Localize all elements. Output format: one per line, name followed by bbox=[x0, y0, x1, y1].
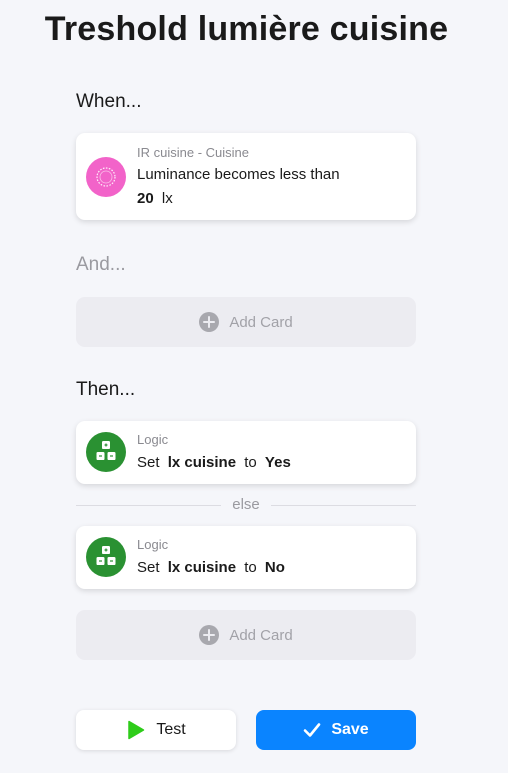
trigger-text: Luminance becomes less than bbox=[137, 166, 340, 183]
trigger-unit: lx bbox=[161, 190, 173, 207]
trigger-value-row: 20 lx bbox=[137, 190, 173, 207]
to-word: to bbox=[244, 454, 257, 471]
and-add-card-button[interactable]: Add Card bbox=[76, 297, 416, 347]
logic-icon bbox=[86, 432, 126, 472]
and-section-label: And... bbox=[76, 254, 126, 275]
else-action-text: Set lx cuisine to No bbox=[137, 559, 285, 576]
then-add-card-label: Add Card bbox=[229, 626, 293, 644]
plus-icon bbox=[199, 312, 220, 332]
else-rule-right bbox=[271, 505, 416, 506]
play-icon-graphic bbox=[128, 720, 145, 740]
then-value[interactable]: Yes bbox=[265, 454, 291, 471]
else-action-card[interactable]: Logic Set lx cuisine to No bbox=[76, 526, 416, 589]
set-word: Set bbox=[137, 454, 160, 471]
then-variable[interactable]: lx cuisine bbox=[168, 454, 236, 471]
checkmark-icon bbox=[303, 722, 321, 738]
then-action-source: Logic bbox=[137, 432, 169, 447]
then-add-card-button[interactable]: Add Card bbox=[76, 610, 416, 660]
else-rule-left bbox=[76, 505, 221, 506]
sensor-icon bbox=[86, 157, 126, 197]
test-button[interactable]: Test bbox=[76, 710, 236, 750]
checkmark-icon-graphic bbox=[304, 723, 321, 737]
play-icon bbox=[126, 720, 146, 740]
trigger-source: IR cuisine - Cuisine bbox=[137, 145, 249, 160]
trigger-value[interactable]: 20 bbox=[137, 190, 154, 207]
then-action-card[interactable]: Logic Set lx cuisine to Yes bbox=[76, 421, 416, 484]
plus-icon bbox=[199, 625, 220, 645]
sensor-icon-graphic bbox=[96, 167, 116, 187]
save-button[interactable]: Save bbox=[256, 710, 416, 750]
to-word: to bbox=[244, 559, 257, 576]
then-section-label: Then... bbox=[76, 379, 136, 400]
when-section-label: When... bbox=[76, 91, 142, 112]
else-action-source: Logic bbox=[137, 537, 169, 552]
logic-icon bbox=[86, 537, 126, 577]
test-button-label: Test bbox=[156, 721, 186, 738]
logic-icon-graphic bbox=[96, 546, 116, 565]
else-variable[interactable]: lx cuisine bbox=[168, 559, 236, 576]
logic-icon-graphic bbox=[96, 441, 116, 460]
and-add-card-label: Add Card bbox=[229, 313, 293, 331]
else-label: else bbox=[232, 496, 260, 513]
else-divider: else bbox=[76, 495, 416, 515]
then-action-text: Set lx cuisine to Yes bbox=[137, 454, 291, 471]
when-trigger-card[interactable]: IR cuisine - Cuisine Luminance becomes l… bbox=[76, 133, 416, 220]
set-word: Set bbox=[137, 559, 160, 576]
page-title: Treshold lumière cuisine bbox=[44, 10, 449, 48]
save-button-label: Save bbox=[331, 721, 369, 738]
else-value[interactable]: No bbox=[265, 559, 285, 576]
